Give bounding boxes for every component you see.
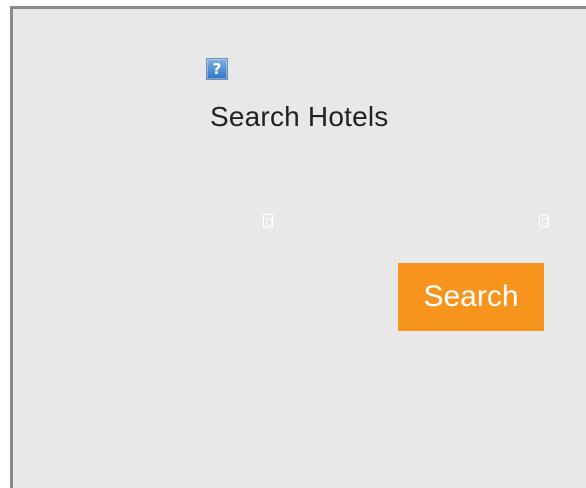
missing-glyph-icon [539, 214, 549, 228]
page-title: Search Hotels [210, 101, 389, 132]
help-icon[interactable]: ? [206, 58, 228, 80]
missing-glyph-icon [263, 214, 273, 228]
search-panel: ? Search Hotels Search [10, 6, 586, 488]
search-button[interactable]: Search [398, 263, 544, 331]
